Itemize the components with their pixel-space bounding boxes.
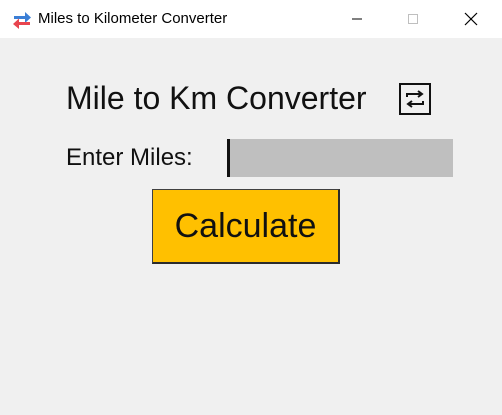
minimize-button[interactable] [334, 0, 380, 38]
close-button[interactable] [448, 0, 494, 38]
maximize-icon [408, 14, 418, 24]
title-bar[interactable]: Miles to Kilometer Converter [0, 0, 502, 38]
close-icon [464, 12, 478, 26]
swap-arrows-icon [13, 12, 31, 29]
maximize-button[interactable] [390, 0, 436, 38]
swap-icon[interactable] [399, 83, 431, 115]
calculate-button[interactable]: Calculate [152, 189, 340, 264]
minimize-icon [352, 18, 362, 20]
window-title: Miles to Kilometer Converter [38, 10, 228, 27]
miles-input[interactable] [227, 139, 453, 177]
page-title: Mile to Km Converter [66, 80, 367, 116]
app-window: Miles to Kilometer Converter Mile to Km … [0, 0, 502, 415]
miles-label: Enter Miles: [66, 144, 193, 171]
